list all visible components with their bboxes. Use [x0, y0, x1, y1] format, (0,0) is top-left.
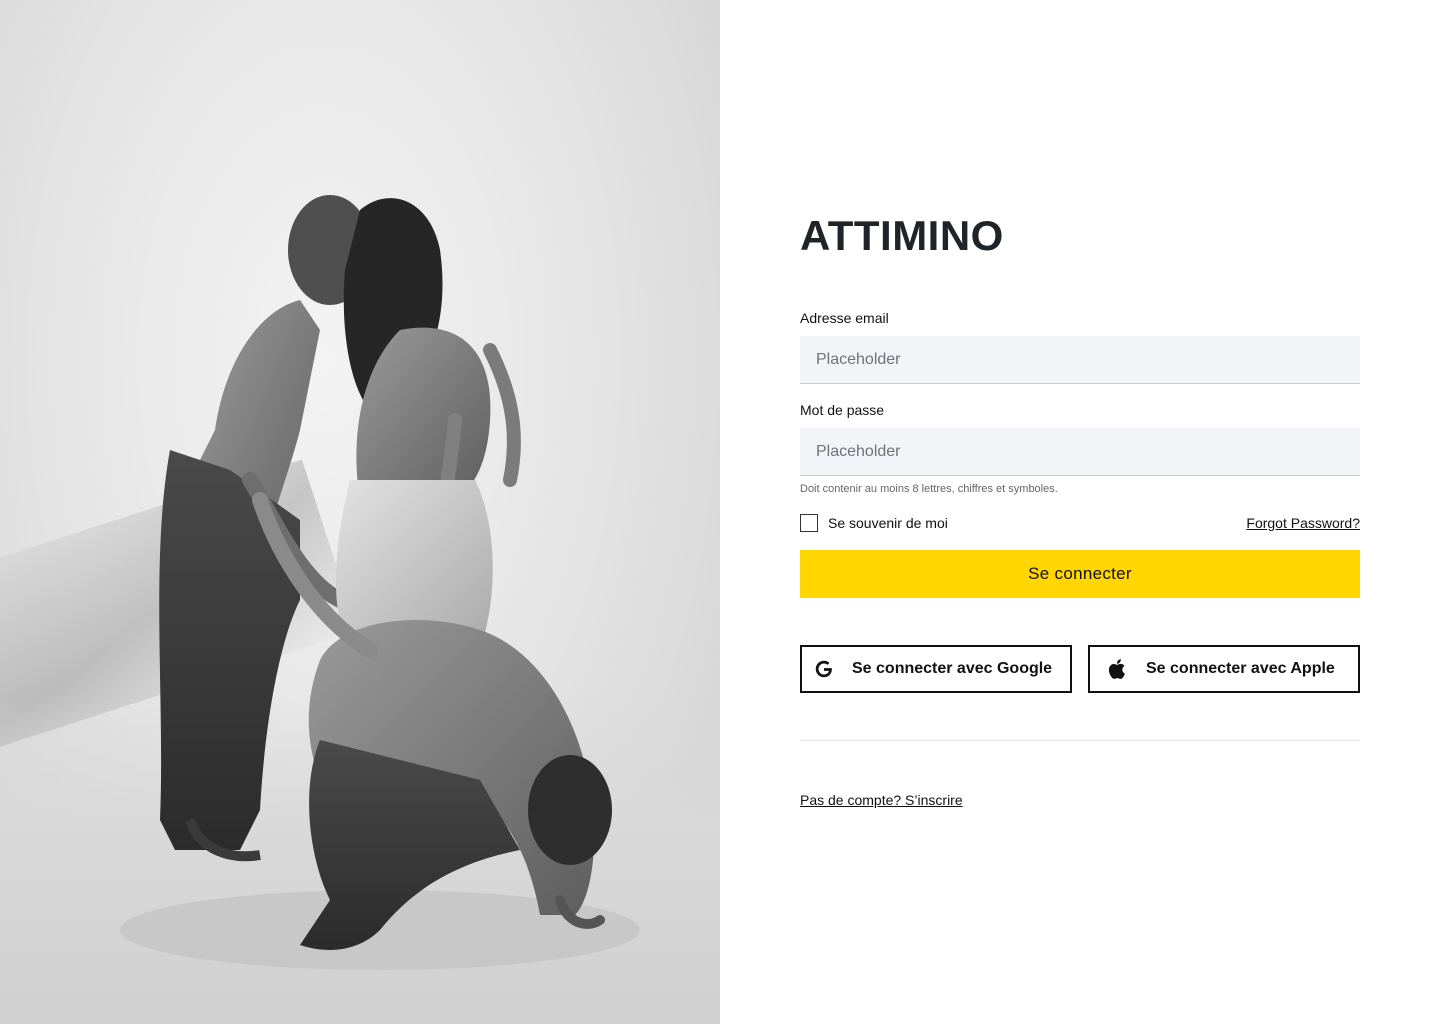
remember-me-label: Se souvenir de moi: [828, 515, 948, 531]
email-label: Adresse email: [800, 310, 889, 326]
divider: [800, 740, 1360, 741]
login-panel: ATTIMINO Adresse email Mot de passe Doit…: [720, 0, 1440, 1024]
checkbox-box[interactable]: [800, 514, 818, 532]
password-helper-text: Doit contenir au moins 8 lettres, chiffr…: [800, 483, 1058, 495]
dancers-illustration: [120, 195, 640, 970]
sign-up-link[interactable]: Pas de compte? S’inscrire: [800, 792, 963, 808]
sign-in-button[interactable]: Se connecter: [800, 550, 1360, 598]
apple-icon: [1104, 657, 1128, 681]
brand-logo: ATTIMINO: [800, 212, 1004, 259]
apple-sign-in-button[interactable]: Se connecter avec Apple: [1088, 645, 1360, 693]
password-field[interactable]: [800, 428, 1360, 476]
hero-photo: [0, 0, 720, 1024]
remember-me-checkbox[interactable]: Se souvenir de moi: [800, 514, 948, 532]
google-icon: [812, 657, 836, 681]
email-field[interactable]: [800, 336, 1360, 384]
apple-button-label: Se connecter avec Apple: [1146, 660, 1335, 677]
dancer-right: [335, 198, 521, 650]
forgot-password-link[interactable]: Forgot Password?: [1246, 515, 1360, 531]
google-sign-in-button[interactable]: Se connecter avec Google: [800, 645, 1072, 693]
google-button-label: Se connecter avec Google: [852, 660, 1053, 677]
password-label: Mot de passe: [800, 402, 885, 418]
